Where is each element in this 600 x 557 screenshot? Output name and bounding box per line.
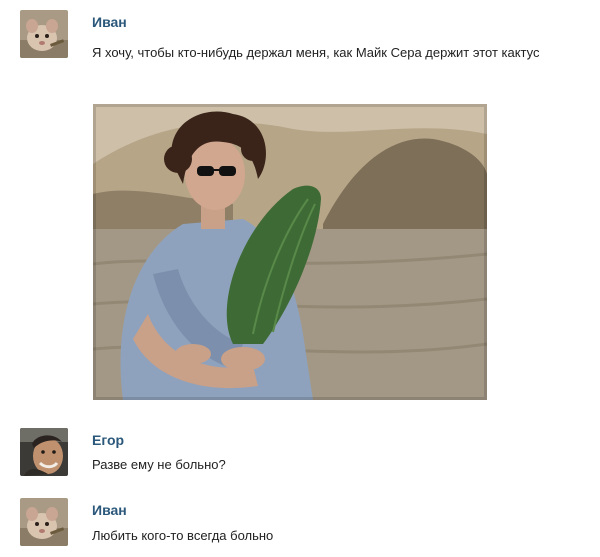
message-text: Разве ему не больно? bbox=[92, 457, 226, 472]
man-face-avatar-icon bbox=[20, 428, 68, 476]
avatar-ivan[interactable] bbox=[20, 10, 68, 58]
avatar-egor[interactable] bbox=[20, 428, 68, 476]
rat-avatar-icon bbox=[20, 498, 68, 546]
avatar-ivan[interactable] bbox=[20, 498, 68, 546]
rat-avatar-icon bbox=[20, 10, 68, 58]
message-text: Я хочу, чтобы кто-нибудь держал меня, ка… bbox=[92, 45, 540, 60]
message-author[interactable]: Егор bbox=[92, 432, 124, 448]
photo-attachment[interactable] bbox=[93, 104, 487, 400]
message-author[interactable]: Иван bbox=[92, 14, 127, 30]
message-text: Любить кого-то всегда больно bbox=[92, 528, 274, 543]
photo-man-holding-cactus bbox=[93, 104, 487, 400]
message-author[interactable]: Иван bbox=[92, 502, 127, 518]
